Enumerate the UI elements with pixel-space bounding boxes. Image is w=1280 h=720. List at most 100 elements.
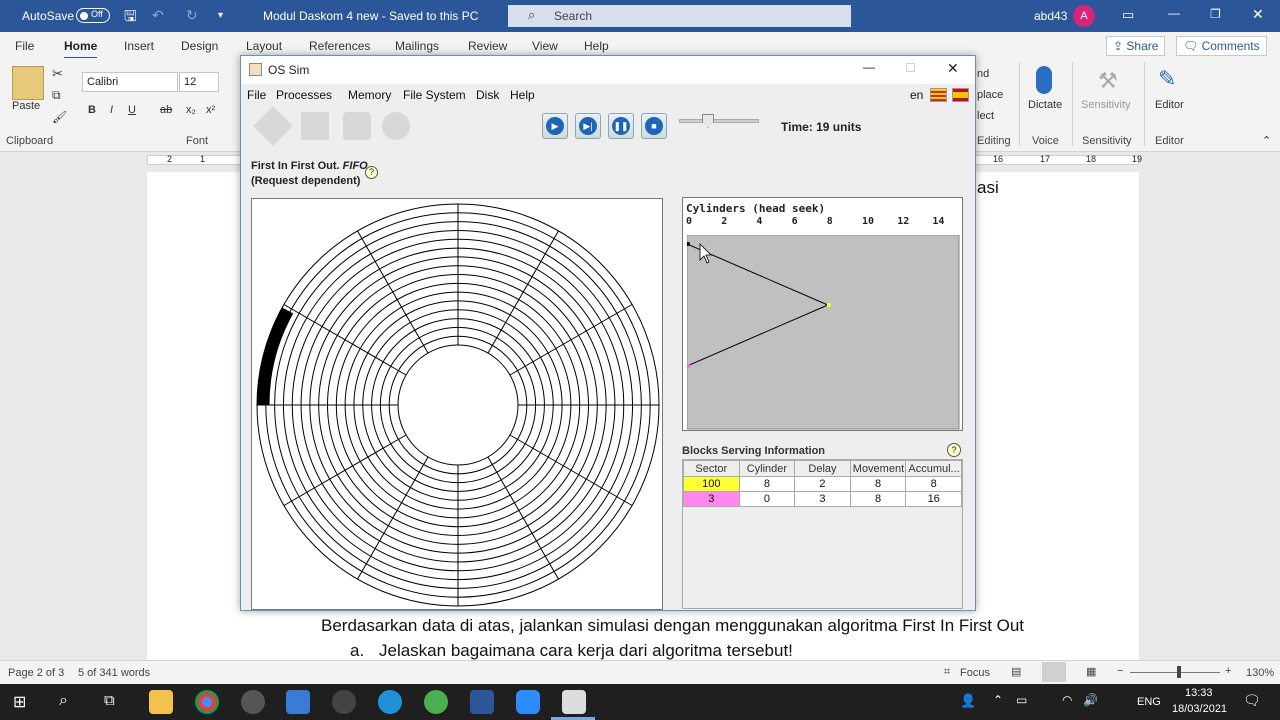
tab-view[interactable]: View (532, 39, 558, 53)
search-taskbar-icon[interactable]: ⌕ (59, 692, 68, 710)
ossim-close-icon[interactable]: ✕ (947, 60, 959, 77)
focus-button[interactable]: Focus (960, 667, 990, 679)
bold-button[interactable]: B (88, 104, 96, 116)
ossim-minimize-icon[interactable]: — (863, 60, 875, 74)
speed-slider[interactable] (679, 114, 759, 128)
replace-partial[interactable]: place (977, 89, 1003, 101)
select-partial[interactable]: lect (977, 110, 994, 122)
ribbon-display-icon[interactable]: ▭ (1122, 7, 1134, 23)
menu-processes[interactable]: Processes (276, 88, 332, 102)
menu-memory[interactable]: Memory (348, 88, 391, 102)
process-tool-icon[interactable] (253, 106, 293, 146)
strikethrough-button[interactable]: ab (160, 104, 172, 116)
col-movement[interactable]: Movement (849, 460, 907, 477)
wifi-icon[interactable]: ◠ (1062, 693, 1072, 707)
disk-tool-icon[interactable] (382, 112, 410, 140)
app-icon[interactable] (286, 690, 310, 714)
algorithm-help-icon[interactable]: ? (365, 166, 378, 179)
table-row[interactable]: 100 8 2 8 8 (683, 476, 962, 492)
autosave-toggle[interactable]: Off (76, 8, 110, 23)
redo-icon[interactable]: ↻ (186, 7, 198, 24)
people-icon[interactable]: 👤 (960, 693, 976, 709)
user-name[interactable]: abd43 (1034, 9, 1067, 23)
minimize-icon[interactable]: — (1168, 6, 1180, 20)
table-row[interactable]: 3 0 3 8 16 (683, 491, 962, 507)
tab-references[interactable]: References (309, 39, 370, 53)
underline-button[interactable]: U (128, 104, 136, 116)
paste-button[interactable]: Paste (12, 100, 40, 112)
tab-mailings[interactable]: Mailings (395, 39, 439, 53)
microphone-icon[interactable] (1036, 66, 1052, 94)
col-sector[interactable]: Sector (683, 460, 740, 477)
zoom-in-icon[interactable]: + (1225, 665, 1231, 677)
superscript-button[interactable]: x² (206, 104, 215, 116)
blocks-help-icon[interactable]: ? (947, 443, 961, 457)
word-count[interactable]: 5 of 341 words (78, 667, 150, 679)
save-icon[interactable]: 🖫 (124, 6, 137, 31)
italic-button[interactable]: I (110, 104, 113, 116)
memory-tool-icon[interactable] (301, 112, 329, 140)
read-mode-icon[interactable]: ▤ (1011, 665, 1021, 678)
font-name-box[interactable]: Calibri (82, 72, 178, 92)
catalan-flag-icon[interactable] (930, 88, 947, 102)
filesystem-tool-icon[interactable] (343, 112, 371, 140)
close-icon[interactable]: ✕ (1252, 6, 1264, 23)
menu-file-system[interactable]: File System (403, 88, 466, 102)
share-button[interactable]: ⇪ Share (1106, 36, 1166, 56)
maximize-icon[interactable]: ❐ (1210, 7, 1221, 21)
clock-time[interactable]: 13:33 (1185, 687, 1213, 699)
copy-icon[interactable]: ⧉ (52, 88, 61, 103)
avatar[interactable]: A (1073, 5, 1095, 27)
customize-qat-icon[interactable]: ▾ (218, 10, 223, 21)
comments-button[interactable]: 🗨 Comments (1176, 36, 1267, 56)
language-indicator[interactable]: ENG (1137, 696, 1161, 708)
slider-thumb[interactable] (702, 114, 714, 128)
web-layout-icon[interactable]: ▦ (1086, 665, 1096, 678)
app-icon[interactable] (424, 690, 448, 714)
tab-help[interactable]: Help (584, 39, 609, 53)
zoom-slider[interactable] (1130, 672, 1220, 673)
menu-file[interactable]: File (247, 88, 266, 102)
word-icon[interactable] (470, 690, 494, 714)
cut-icon[interactable]: ✂ (52, 66, 63, 82)
ossim-maximize-icon[interactable]: ☐ (905, 61, 916, 75)
document-title[interactable]: Modul Daskom 4 new - Saved to this PC (263, 9, 478, 23)
menu-disk[interactable]: Disk (476, 88, 499, 102)
tab-home[interactable]: Home (64, 39, 98, 60)
play-button[interactable]: ▶ (542, 113, 568, 139)
spanish-flag-icon[interactable] (952, 88, 969, 102)
tab-review[interactable]: Review (468, 39, 507, 53)
dictate-button[interactable]: Dictate (1028, 99, 1062, 111)
print-layout-icon[interactable] (1042, 662, 1066, 682)
focus-icon[interactable]: ⌗ (944, 666, 950, 679)
col-accumulated[interactable]: Accumul... (905, 460, 962, 477)
col-cylinder[interactable]: Cylinder (738, 460, 796, 477)
tab-design[interactable]: Design (181, 39, 218, 53)
task-view-icon[interactable]: ⧉ (104, 692, 115, 709)
stop-button[interactable]: ■ (641, 113, 667, 139)
zoom-level[interactable]: 130% (1246, 667, 1274, 679)
paste-icon[interactable] (12, 66, 44, 100)
tab-insert[interactable]: Insert (124, 39, 154, 53)
app-icon[interactable] (241, 690, 265, 714)
editor-button[interactable]: Editor (1155, 99, 1184, 111)
windows-start-icon[interactable]: ⊞ (13, 692, 26, 712)
page-count[interactable]: Page 2 of 3 (8, 667, 64, 679)
search-box[interactable]: ⌕ Search (508, 5, 851, 27)
chrome-icon[interactable] (195, 690, 219, 714)
app-icon[interactable] (332, 690, 356, 714)
zoom-out-icon[interactable]: − (1117, 665, 1123, 677)
step-button[interactable]: ▶| (575, 113, 601, 139)
notifications-icon[interactable]: 🗨 (1243, 692, 1261, 709)
col-delay[interactable]: Delay (794, 460, 851, 477)
menu-help[interactable]: Help (510, 88, 535, 102)
file-explorer-icon[interactable] (149, 690, 173, 714)
zoom-thumb[interactable] (1177, 666, 1181, 678)
tab-file[interactable]: File (15, 39, 34, 53)
pause-button[interactable]: ❚❚ (608, 113, 634, 139)
battery-icon[interactable]: ▭ (1016, 693, 1027, 707)
undo-icon[interactable]: ↶ (152, 7, 164, 24)
clock-date[interactable]: 18/03/2021 (1172, 703, 1227, 715)
java-icon[interactable] (562, 690, 586, 714)
edge-icon[interactable] (378, 690, 402, 714)
